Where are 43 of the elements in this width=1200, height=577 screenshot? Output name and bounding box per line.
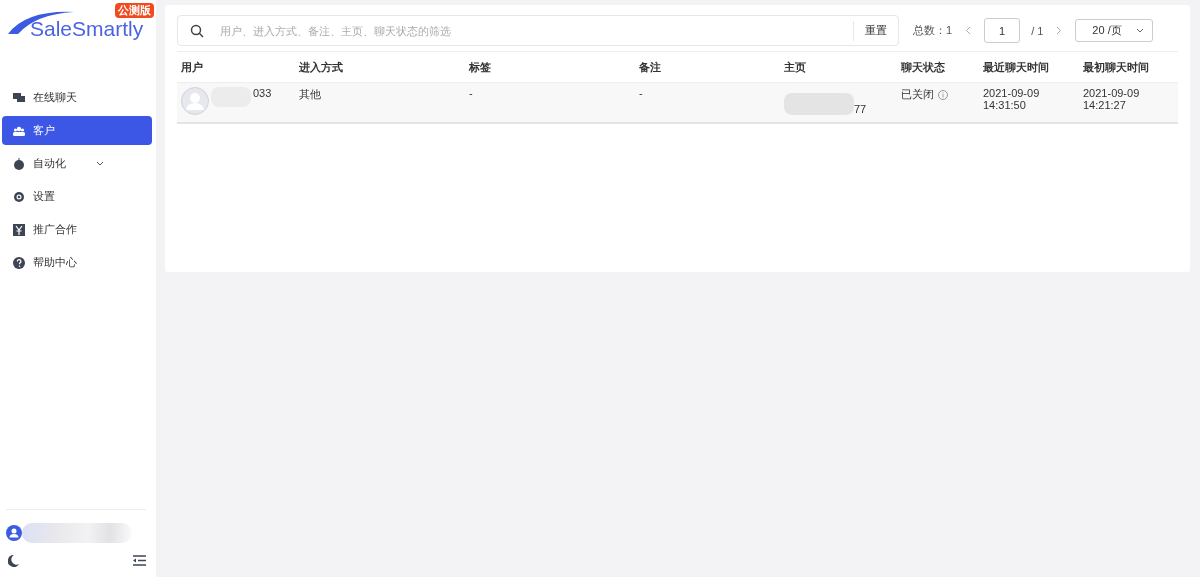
reset-button[interactable]: 重置 [853,20,898,41]
total-count: 总数：1 [913,23,953,38]
nav-item[interactable]: 自动化 [2,149,152,178]
nav-item[interactable]: 客户 [2,116,152,145]
table-cell: 已关闭 [901,87,934,102]
nav-icon [13,157,25,170]
column-header: 用户 [177,51,295,83]
collapse-menu-icon[interactable] [133,555,146,566]
nav-item[interactable]: 在线聊天 [2,83,152,112]
table-cell-text: 2021-09-09 14:31:50 [983,87,1041,111]
column-header: 进入方式 [295,51,465,83]
avatar-icon [181,87,209,115]
info-icon [938,89,948,100]
column-header: 聊天状态 [897,51,979,83]
column-header: 最近聊天时间 [979,51,1079,83]
chevron-down-icon [1136,28,1145,33]
column-header: 最初聊天时间 [1079,51,1178,83]
logo: SaleSmartly [30,17,144,41]
nav-icon [13,190,25,203]
page-input[interactable]: 1 [984,18,1021,43]
column-header: 标签 [465,51,635,83]
user-avatar-icon [6,525,22,541]
search-icon [190,23,204,38]
beta-badge: 公测版 [115,3,154,18]
search-field[interactable]: 用户、进入方式、备注、主页、聊天状态的筛选 重置 [177,15,899,46]
nav-icon [13,124,25,137]
column-header: 备注 [635,51,780,83]
column-header: 主页 [780,51,897,83]
table-cell-text: 2021-09-09 14:21:27 [1083,87,1141,111]
table-cell: 其他 [299,88,321,100]
moon-icon[interactable] [8,555,19,567]
page-total: / 1 [1031,24,1044,37]
table-cell: - [639,87,643,99]
nav-icon [13,91,25,104]
nav-item[interactable]: 设置 [2,182,152,211]
table-cell: 77 [854,103,867,115]
nav-item[interactable]: 推广合作 [2,215,152,244]
page-size-select[interactable]: 20 /页 [1075,19,1154,42]
table-cell: - [469,87,473,99]
nav-icon [13,256,25,269]
nav-icon [13,223,25,236]
table-cell: 033 [253,87,272,99]
nav-item[interactable]: 帮助中心 [2,248,152,277]
